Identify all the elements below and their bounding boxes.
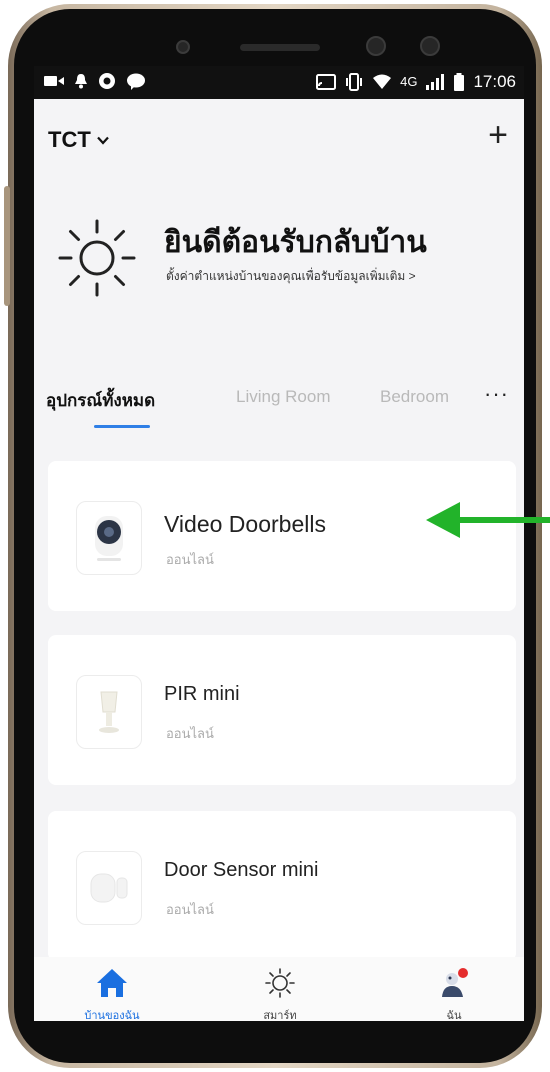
profile-avatar-icon [442, 968, 468, 997]
add-device-button[interactable]: + [488, 115, 508, 155]
active-tab-indicator [94, 425, 150, 428]
nav-label: บ้านของฉัน [84, 1010, 140, 1021]
status-bar-right: 4G 17:06 [316, 72, 516, 92]
welcome-banner: ยินดีต้อนรับกลับบ้าน ตั้งค่าตำแหน่งบ้านข… [56, 211, 516, 301]
front-sensor [176, 40, 190, 54]
annotation-arrow-icon [426, 502, 550, 538]
device-name: PIR mini [164, 683, 240, 705]
device-card-pir-mini[interactable]: PIR mini ออนไลน์ [48, 635, 516, 785]
nav-label: ฉัน [446, 1010, 462, 1021]
nav-label: สมาร์ท [263, 1010, 297, 1021]
device-name: Video Doorbells [164, 511, 326, 537]
device-thumbnail [76, 675, 142, 749]
line-chat-icon [127, 73, 145, 90]
front-camera-2 [420, 36, 440, 56]
door-sensor-icon [90, 873, 128, 903]
pir-sensor-icon [99, 691, 119, 733]
network-type-label: 4G [400, 74, 418, 89]
earpiece-speaker [240, 44, 320, 51]
tab-all-devices[interactable]: อุปกรณ์ทั้งหมด [46, 387, 155, 414]
nav-my-home[interactable]: บ้านของฉัน [62, 967, 162, 1021]
sun-icon [265, 968, 295, 998]
chevron-down-icon [96, 136, 109, 145]
app-content: TCT + ยินดีต้อนรับกลับบ้าน ตั้งค่าตำแหน่… [34, 99, 524, 1021]
welcome-title: ยินดีต้อนรับกลับบ้าน [164, 226, 427, 259]
home-name: TCT [48, 127, 91, 152]
status-bar-left [44, 72, 146, 90]
more-tabs-button[interactable]: ··· [484, 381, 509, 407]
sun-icon [58, 219, 136, 297]
vibrate-icon [346, 73, 363, 91]
device-status: ออนไลน์ [166, 552, 214, 567]
device-status: ออนไลน์ [166, 902, 214, 917]
set-location-link[interactable]: ตั้งค่าตำแหน่งบ้านของคุณเพื่อรับข้อมูลเพ… [166, 267, 416, 286]
device-thumbnail [76, 501, 142, 575]
tab-living-room[interactable]: Living Room [236, 387, 331, 407]
video-camera-icon [44, 76, 64, 86]
device-name: Door Sensor mini [164, 859, 319, 881]
cast-icon [316, 74, 337, 90]
phone-screen: 4G 17:06 TCT + ยินดีต้อนรับกลับบ้าน ตั้ง… [34, 66, 524, 1021]
volume-button [4, 186, 10, 306]
status-bar-time: 17:06 [473, 72, 516, 91]
tab-bedroom[interactable]: Bedroom [380, 387, 449, 407]
device-card-door-sensor-mini[interactable]: Door Sensor mini ออนไลน์ [48, 811, 516, 961]
nav-smart[interactable]: สมาร์ท [230, 967, 330, 1021]
bottom-navigation: บ้านของฉัน สมาร์ท ฉัน [34, 957, 524, 1021]
home-selector[interactable]: TCT [48, 127, 109, 153]
notification-bell-icon [75, 74, 87, 89]
aperture-icon [99, 73, 115, 89]
status-bar: 4G 17:06 [34, 66, 524, 99]
nav-me[interactable]: ฉัน [404, 967, 504, 1021]
device-thumbnail [76, 851, 142, 925]
signal-icon [426, 74, 445, 90]
wifi-icon [373, 74, 392, 89]
device-status: ออนไลน์ [166, 726, 214, 741]
doorbell-camera-icon [95, 516, 123, 561]
home-icon [97, 969, 127, 997]
front-camera [366, 36, 386, 56]
phone-frame: 4G 17:06 TCT + ยินดีต้อนรับกลับบ้าน ตั้ง… [0, 0, 550, 1072]
battery-icon [454, 73, 465, 91]
room-tabs: อุปกรณ์ทั้งหมด Living Room Bedroom ··· [46, 381, 516, 428]
